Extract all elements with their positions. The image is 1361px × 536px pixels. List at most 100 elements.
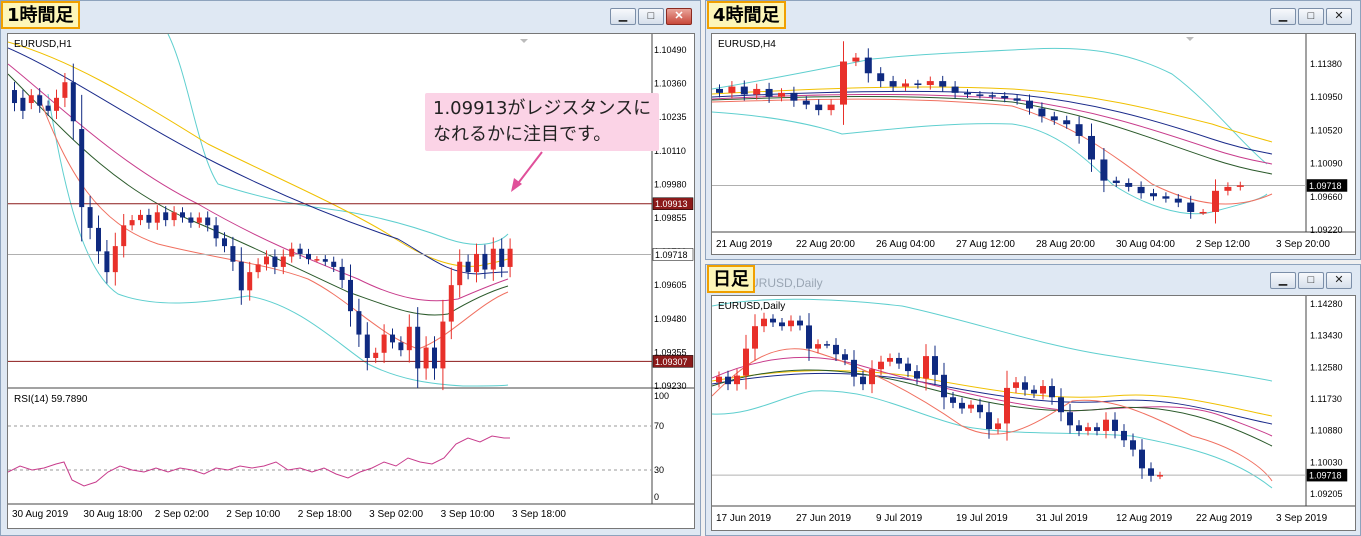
candle-body — [482, 253, 488, 270]
candle-body — [289, 248, 295, 257]
close-icon: ✕ — [674, 10, 684, 22]
price-tag-label: 1.09718 — [1309, 471, 1342, 481]
price-tick-label: 1.10950 — [1310, 92, 1343, 102]
candle-body — [1121, 430, 1127, 441]
candle-body — [1137, 186, 1145, 194]
chart-daily-area[interactable]: 1.14280 1.13430 1.12580 1.11730 1.10880 1.100… — [711, 295, 1356, 531]
candle-body — [995, 423, 1001, 430]
candle-body — [725, 376, 731, 385]
candle-body — [1103, 419, 1109, 431]
price-tick-label: 1.09230 — [654, 381, 687, 391]
price-tick-label: 1.09480 — [654, 314, 687, 324]
candle-body — [815, 344, 821, 349]
candle-body — [753, 88, 761, 95]
h4-bollinger-bands — [711, 47, 1268, 215]
candle-body — [1022, 382, 1028, 390]
h4-symbol: EURUSD,H4 — [718, 39, 776, 50]
time-tick-label: 17 Jun 2019 — [716, 513, 771, 524]
rsi-tick-label: 70 — [654, 421, 664, 431]
candle-body — [923, 356, 929, 379]
candle-body — [146, 214, 152, 223]
time-tick-label: 12 Aug 2019 — [1116, 513, 1173, 524]
candle-body — [877, 73, 885, 82]
candle-body — [104, 251, 110, 273]
chart-h4-area[interactable]: 1.11380 1.10950 1.10520 1.10090 1.09660 1.092… — [711, 33, 1356, 255]
candle-body — [896, 357, 902, 364]
candle-body — [154, 212, 160, 223]
window-daily-controls: ▁ □ ✕ — [1270, 272, 1352, 289]
candle-body — [734, 375, 740, 385]
h1-shift-marker-icon — [520, 39, 528, 43]
candle-body — [926, 81, 934, 86]
candle-body — [356, 311, 362, 335]
candle-body — [1013, 98, 1021, 101]
close-button[interactable]: ✕ — [666, 8, 692, 25]
time-tick-label: 19 Jul 2019 — [956, 513, 1008, 524]
candle-body — [1004, 387, 1010, 424]
close-button[interactable]: ✕ — [1326, 272, 1352, 289]
candle-body — [314, 259, 320, 261]
candle-body — [499, 248, 505, 267]
candle-body — [280, 256, 286, 267]
h4-price-ticks: 1.11380 1.10950 1.10520 1.10090 1.09660 1.092… — [1310, 59, 1343, 235]
candle-body — [779, 322, 785, 327]
minimize-button[interactable]: ▁ — [610, 8, 636, 25]
h4-moving-averages — [711, 86, 1273, 205]
window-h4-controls: ▁ □ ✕ — [1270, 8, 1352, 25]
window-h4-titlebar[interactable]: 4時間足 ▁ □ ✕ — [706, 1, 1360, 31]
window-daily: EURUSD,Daily 日足 ▁ □ ✕ 1.14280 1.13430 1.… — [705, 264, 1361, 536]
window-daily-titlebar[interactable]: EURUSD,Daily 日足 ▁ □ ✕ — [706, 265, 1360, 295]
minimize-button[interactable]: ▁ — [1270, 8, 1296, 25]
candle-body — [188, 217, 194, 223]
price-tick-label: 1.09660 — [1310, 192, 1343, 202]
candle-body — [230, 246, 236, 262]
rsi-label: RSI(14) 59.7890 — [14, 394, 88, 405]
candle-body — [322, 259, 328, 262]
h4-shift-marker-icon — [1186, 37, 1194, 41]
candle-body — [716, 88, 723, 93]
chart-daily-svg: 1.14280 1.13430 1.12580 1.11730 1.10880 1.100… — [711, 296, 1355, 524]
candle-body — [878, 361, 884, 370]
candle-body — [222, 238, 227, 247]
callout-arrow-icon — [511, 151, 543, 192]
h1-horizontal-lines — [8, 203, 652, 362]
close-button[interactable]: ✕ — [1326, 8, 1352, 25]
minimize-button[interactable]: ▁ — [1270, 272, 1296, 289]
minimize-icon: ▁ — [618, 10, 628, 22]
rsi-tick-label: 100 — [654, 391, 669, 401]
candle-body — [507, 248, 513, 267]
time-tick-label: 30 Aug 04:00 — [1116, 239, 1175, 250]
h1-rsi-panel: RSI(14) 59.7890 — [7, 394, 652, 487]
window-h1-titlebar[interactable]: 1時間足 ▁ □ ✕ — [1, 1, 700, 31]
candle-body — [964, 92, 971, 95]
candle-body — [490, 248, 496, 270]
candle-body — [1063, 120, 1071, 125]
candle-body — [457, 261, 463, 286]
candle-body — [205, 217, 211, 226]
candle-body — [1139, 449, 1145, 469]
candle-body — [1125, 182, 1133, 187]
candle-body — [415, 326, 421, 369]
candle-body — [827, 104, 835, 111]
candle-body — [180, 212, 185, 218]
candle-body — [96, 227, 101, 252]
candle-body — [1112, 419, 1118, 431]
maximize-button[interactable]: □ — [638, 8, 664, 25]
candle-body — [465, 261, 471, 273]
candle-body — [1100, 159, 1108, 181]
candle-body — [914, 83, 922, 86]
candle-body — [1001, 95, 1009, 99]
candle-body — [770, 318, 776, 323]
candle-body — [432, 347, 437, 369]
maximize-button[interactable]: □ — [1298, 8, 1324, 25]
time-tick-label: 3 Sep 02:00 — [369, 509, 423, 520]
candle-body — [171, 212, 177, 221]
candle-body — [797, 320, 803, 326]
candle-body — [37, 95, 43, 106]
candle-body — [790, 92, 798, 101]
maximize-button[interactable]: □ — [1298, 272, 1324, 289]
candle-body — [448, 285, 454, 322]
candle-body — [331, 261, 337, 267]
price-tick-label: 1.10490 — [654, 45, 687, 55]
candle-body — [902, 83, 909, 87]
